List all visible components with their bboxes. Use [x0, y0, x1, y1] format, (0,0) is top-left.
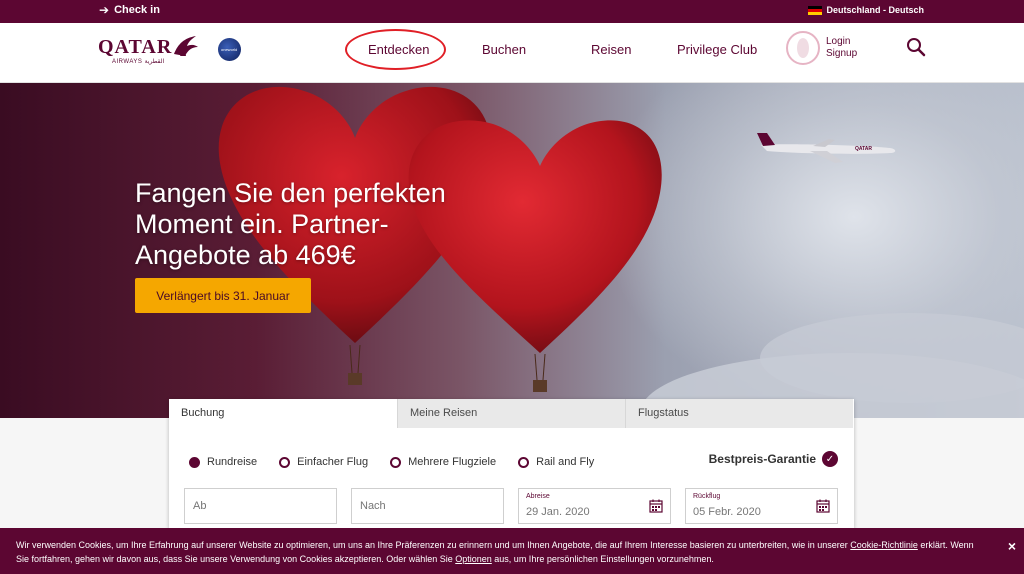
calendar-icon[interactable] [816, 499, 830, 513]
check-in-label: Check in [114, 4, 160, 16]
login-signup[interactable]: Login Signup [826, 36, 857, 60]
radio-einfacher-flug[interactable]: Einfacher Flug [279, 456, 368, 468]
logo-text: QATAR [98, 36, 173, 58]
language-selector[interactable]: Deutschland - Deutsch [808, 5, 924, 15]
cookie-text: Wir verwenden Cookies, um Ihre Erfahrung… [16, 540, 851, 550]
to-input[interactable] [360, 489, 495, 523]
oneworld-label: oneworld [221, 47, 238, 52]
checkmark-icon: ✓ [822, 451, 838, 467]
radio-unselected-icon[interactable] [279, 456, 291, 468]
departure-date-field[interactable]: Abreise 29 Jan. 2020 [518, 488, 671, 524]
cookie-options-link[interactable]: Optionen [455, 554, 492, 564]
hero-title: Fangen Sie den perfekten Moment ein. Par… [135, 178, 446, 270]
return-label: Rückflug [693, 493, 721, 500]
entdecken-highlight-circle [345, 29, 446, 70]
best-price-label: Bestpreis-Garantie [708, 452, 816, 466]
cookie-banner: Wir verwenden Cookies, um Ihre Erfahrung… [0, 528, 1024, 574]
radio-rundreise[interactable]: Rundreise [189, 456, 257, 468]
calendar-icon[interactable] [649, 499, 663, 513]
radio-mehrere-flugziele[interactable]: Mehrere Flugziele [390, 456, 496, 468]
tab-flugstatus[interactable]: Flugstatus [625, 399, 853, 428]
cookie-text: aus, um Ihre persönlichen Einstellungen … [491, 554, 714, 564]
radio-label: Rail and Fly [536, 456, 595, 468]
tab-meine-reisen[interactable]: Meine Reisen [397, 399, 625, 428]
main-nav: QATAR AIRWAYS القطرية oneworld Entdecken… [0, 23, 1024, 83]
plane-livery-text: QATAR [855, 146, 872, 152]
nav-link-privilege-club[interactable]: Privilege Club [677, 42, 757, 57]
tab-buchung[interactable]: Buchung [169, 399, 397, 428]
user-avatar-icon[interactable] [786, 31, 820, 65]
top-bar: ➔ Check in Deutschland - Deutsch [0, 0, 1024, 23]
radio-label: Mehrere Flugziele [408, 456, 497, 468]
to-field[interactable] [351, 488, 504, 524]
login-link[interactable]: Login [826, 36, 857, 48]
from-input[interactable] [193, 489, 328, 523]
from-field[interactable] [184, 488, 337, 524]
hero-banner: QATAR Fangen Sie den perfekten Moment ei… [0, 83, 1024, 418]
oneworld-logo[interactable]: oneworld [218, 38, 241, 61]
nav-link-reisen[interactable]: Reisen [591, 42, 631, 57]
logo-subtitle: AIRWAYS القطرية [112, 59, 165, 65]
radio-selected-icon[interactable] [189, 456, 200, 468]
language-label: Deutschland - Deutsch [826, 5, 924, 15]
return-date-value: 05 Febr. 2020 [693, 506, 761, 518]
nav-link-buchen[interactable]: Buchen [482, 42, 526, 57]
booking-widget: Buchung Meine Reisen Flugstatus Rundreis… [169, 399, 854, 529]
qatar-airways-logo[interactable]: QATAR AIRWAYS القطرية [98, 36, 203, 68]
search-icon[interactable] [906, 37, 926, 57]
germany-flag-icon [808, 5, 823, 15]
best-price-guarantee[interactable]: Bestpreis-Garantie ✓ [709, 451, 838, 467]
booking-tabs: Buchung Meine Reisen Flugstatus [169, 399, 854, 428]
signup-link[interactable]: Signup [826, 48, 857, 60]
close-icon[interactable]: × [1008, 539, 1016, 553]
radio-label: Einfacher Flug [297, 456, 369, 468]
radio-label: Rundreise [207, 456, 258, 468]
departure-date-value: 29 Jan. 2020 [526, 506, 590, 518]
airplane-image: QATAR [757, 133, 896, 163]
trip-type-options: Rundreise Einfacher Flug Mehrere Flugzie… [189, 456, 616, 468]
radio-rail-and-fly[interactable]: Rail and Fly [518, 456, 594, 468]
departure-label: Abreise [526, 493, 550, 500]
oryx-logo-icon [174, 36, 198, 56]
cookie-policy-link[interactable]: Cookie-Richtlinie [850, 540, 918, 550]
return-date-field[interactable]: Rückflug 05 Febr. 2020 [685, 488, 838, 524]
arrow-right-icon: ➔ [99, 3, 110, 17]
radio-unselected-icon[interactable] [518, 456, 530, 468]
offer-cta-button[interactable]: Verlängert bis 31. Januar [135, 278, 311, 313]
radio-unselected-icon[interactable] [390, 456, 402, 468]
check-in-link[interactable]: ➔ Check in [99, 3, 160, 17]
